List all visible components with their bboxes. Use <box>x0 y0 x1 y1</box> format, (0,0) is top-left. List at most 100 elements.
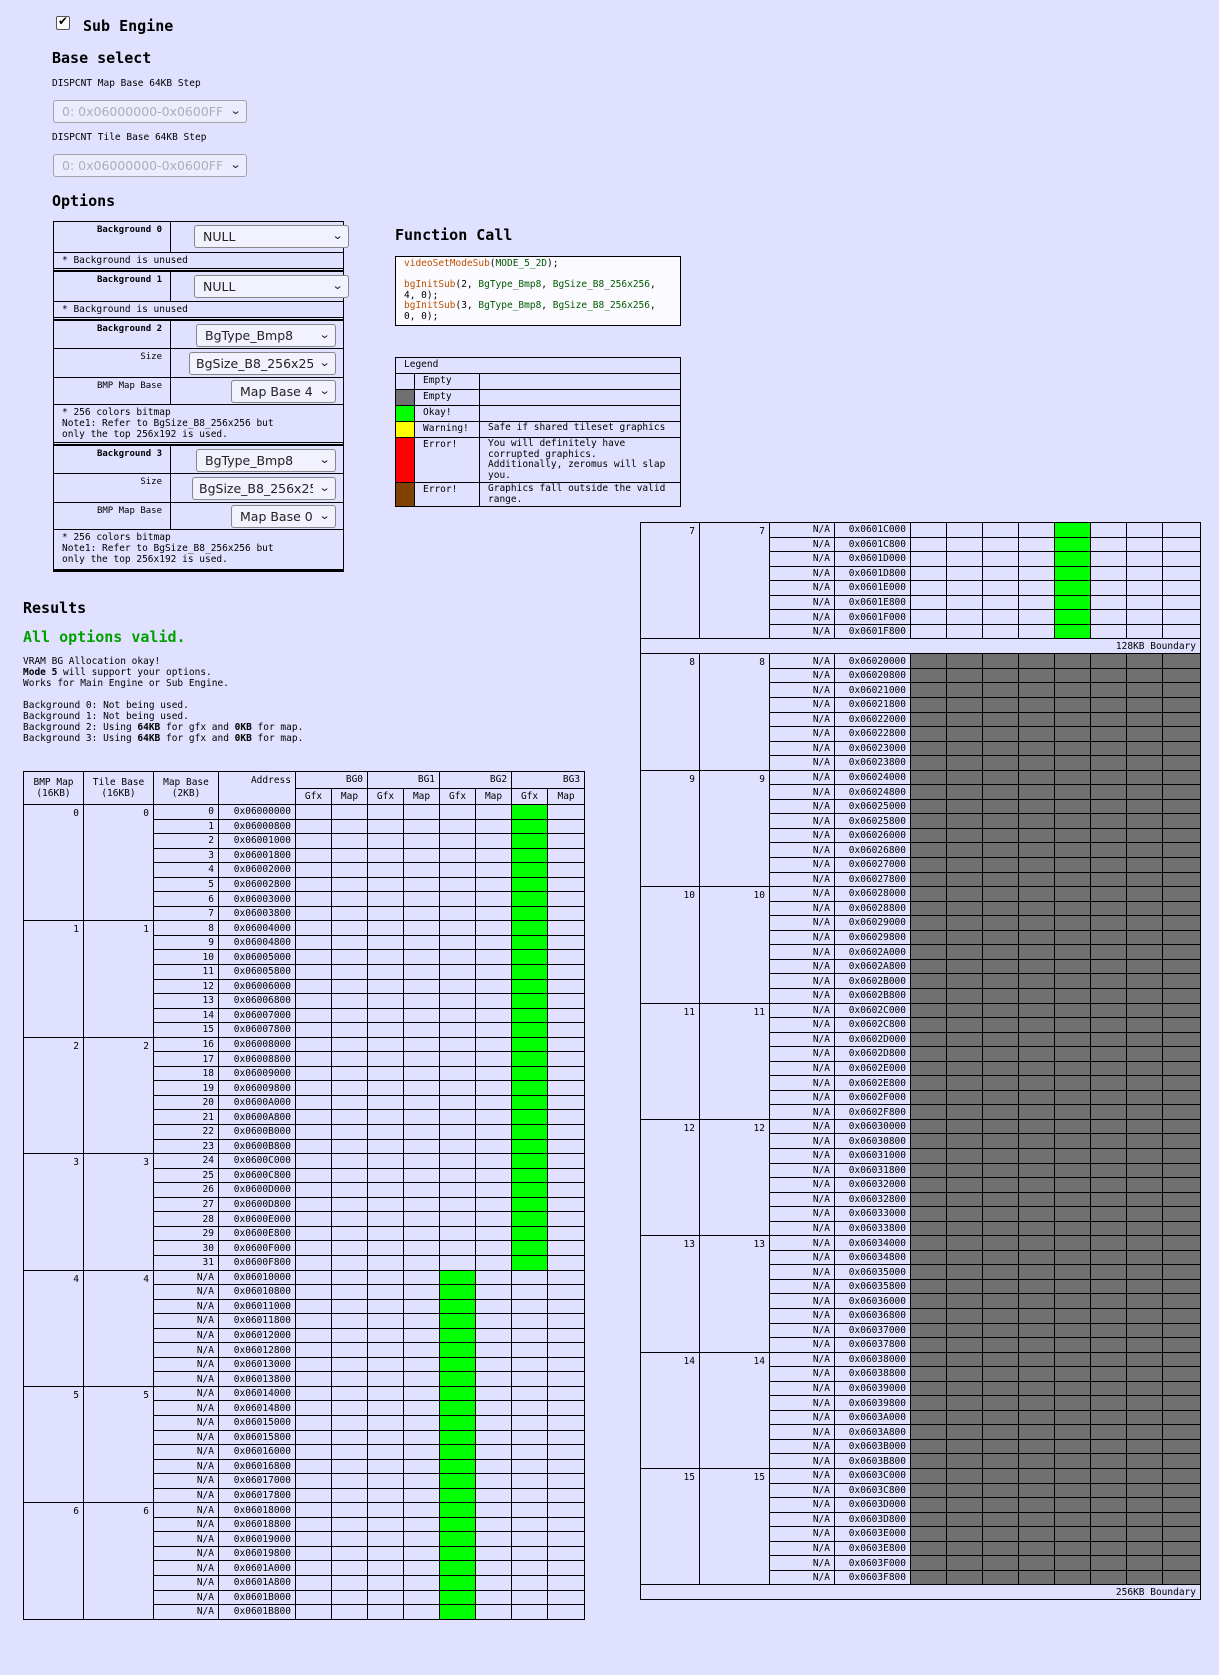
address-cell: 0x0602F800 <box>834 1104 911 1120</box>
status-cell <box>1162 1249 1201 1266</box>
code-line: bgInitSub(3, BgType_Bmp8, BgSize_B8_256x… <box>404 300 672 312</box>
status-cell <box>330 964 369 980</box>
status-cell <box>1018 958 1055 975</box>
status-cell <box>1090 886 1127 902</box>
code-identifier: MODE_5_2D <box>495 258 548 269</box>
status-cell <box>439 1487 477 1504</box>
address-cell: 0x06016000 <box>218 1444 296 1460</box>
bg3-map-dropdown[interactable]: Map Base 0 <box>231 505 336 528</box>
bg2-type-select[interactable]: BgType_Bmp8 ⌄ <box>196 324 336 347</box>
status-cell <box>439 862 477 878</box>
status-cell <box>403 1022 441 1038</box>
tile-base-dropdown[interactable]: 0: 0x06000000-0x0600FFFF <box>53 154 247 177</box>
sub-engine-checkbox[interactable]: ✔ <box>56 14 70 30</box>
bg3-type-dropdown[interactable]: BgType_Bmp8 <box>196 449 336 472</box>
status-cell <box>367 1124 405 1140</box>
bg2-size-dropdown[interactable]: BgSize_B8_256x256 <box>189 352 336 375</box>
tile-base-cell: 15 <box>699 1467 770 1586</box>
status-cell <box>1126 1147 1163 1164</box>
status-cell <box>1162 682 1201 699</box>
status-cell <box>403 1284 441 1300</box>
status-cell <box>511 1167 549 1184</box>
address-cell: 0x06006000 <box>218 978 296 995</box>
status-cell <box>982 755 1019 771</box>
address-cell: 0x06023800 <box>834 755 911 771</box>
status-cell <box>511 1298 549 1315</box>
status-cell <box>1054 1046 1091 1062</box>
address-cell: 0x06002000 <box>218 862 296 878</box>
status-cell <box>1162 1162 1201 1179</box>
bg1-note: * Background is unused <box>54 302 343 320</box>
address-cell: 0x06014000 <box>218 1385 296 1402</box>
status-cell <box>1162 580 1201 596</box>
map-base-cell: N/A <box>769 1133 835 1149</box>
map-base-cell: N/A <box>769 1453 835 1469</box>
status-cell <box>1090 1031 1127 1048</box>
status-cell <box>1090 1147 1127 1164</box>
status-cell <box>367 891 405 907</box>
bg3-type-select[interactable]: BgType_Bmp8 ⌄ <box>196 449 336 472</box>
status-cell <box>1018 1162 1055 1179</box>
bg2-map-dropdown[interactable]: Map Base 4 <box>231 380 336 403</box>
status-cell <box>403 949 441 966</box>
address-cell: 0x06024800 <box>834 784 911 800</box>
bg3-map-select[interactable]: Map Base 0 ⌄ <box>231 505 336 528</box>
status-cell <box>1090 740 1127 757</box>
table-row: 13 13 N/A 0x06034000 <box>640 1235 1201 1353</box>
bg2-size-select[interactable]: BgSize_B8_256x256 ⌄ <box>189 352 336 375</box>
status-cell <box>367 804 405 820</box>
status-cell <box>403 964 441 980</box>
status-cell <box>439 1167 477 1184</box>
code-text: (2, <box>455 279 479 290</box>
status-cell <box>1090 1002 1127 1019</box>
status-cell <box>330 1240 369 1256</box>
status-cell <box>1054 1249 1091 1266</box>
status-cell <box>1018 1482 1055 1499</box>
status-cell <box>946 1220 983 1237</box>
map-base-cell: N/A <box>769 1089 835 1106</box>
status-cell <box>330 1589 369 1606</box>
map-base-cell: N/A <box>769 769 835 786</box>
status-cell <box>330 1225 369 1242</box>
status-cell <box>1126 1409 1163 1426</box>
status-cell <box>295 804 332 820</box>
status-cell <box>330 978 369 995</box>
tile-base-select[interactable]: 0: 0x06000000-0x0600FFFF ⌄ <box>53 154 247 177</box>
address-cell: 0x06001800 <box>218 847 296 864</box>
status-cell <box>367 1269 405 1286</box>
address-cell: 0x06000000 <box>218 804 296 820</box>
bg2-type-dropdown[interactable]: BgType_Bmp8 <box>196 324 336 347</box>
status-cell <box>1162 623 1201 640</box>
bg2-map-select[interactable]: Map Base 4 ⌄ <box>231 380 336 403</box>
status-cell <box>1054 551 1091 567</box>
bg0-type-dropdown[interactable]: NULL <box>194 225 349 248</box>
address-cell: 0x06031800 <box>834 1162 911 1179</box>
map-base-cell: N/A <box>153 1531 219 1547</box>
map-base-select[interactable]: 0: 0x06000000-0x0600FFFF ⌄ <box>53 100 247 123</box>
map-base-cell: 2 <box>153 833 219 849</box>
legend-swatch <box>395 389 415 406</box>
status-cell <box>1126 1526 1163 1542</box>
status-cell <box>295 1007 332 1024</box>
map-base-cell: N/A <box>769 1307 835 1324</box>
status-cell <box>1054 1147 1091 1164</box>
status-cell <box>1090 609 1127 625</box>
bg3-size-dropdown[interactable]: BgSize_B8_256x256 <box>192 477 336 500</box>
bg1-type-dropdown[interactable]: NULL <box>194 275 349 298</box>
status-cell <box>1090 784 1127 800</box>
address-cell: 0x0603E000 <box>834 1526 911 1542</box>
map-base-dropdown[interactable]: 0: 0x06000000-0x0600FFFF <box>53 100 247 123</box>
bg1-type-select[interactable]: NULL ⌄ <box>194 275 349 298</box>
status-cell <box>1054 1540 1091 1557</box>
status-cell <box>1054 1220 1091 1237</box>
address-cell: 0x06004000 <box>218 920 296 936</box>
bg3-size-select[interactable]: BgSize_B8_256x256 ⌄ <box>192 477 336 500</box>
status-cell <box>1054 653 1091 669</box>
status-cell <box>475 1473 513 1489</box>
boundary-label: 256KB Boundary <box>640 1584 1201 1601</box>
status-cell <box>1054 711 1091 728</box>
status-cell <box>439 891 477 907</box>
status-cell <box>475 876 513 893</box>
bg0-type-select[interactable]: NULL ⌄ <box>194 225 349 248</box>
status-cell <box>1126 1395 1163 1411</box>
